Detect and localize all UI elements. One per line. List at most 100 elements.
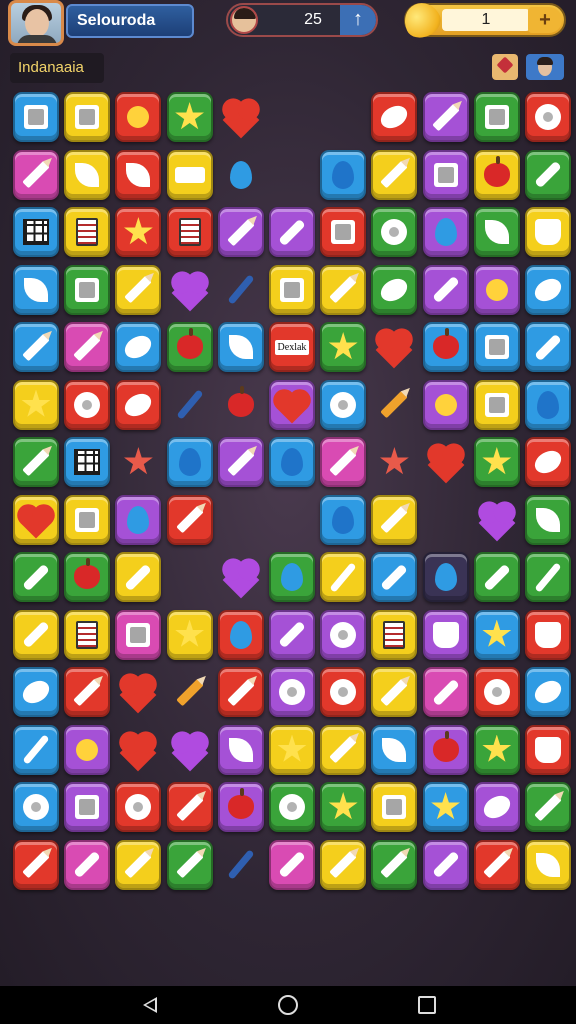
board-tile[interactable] — [474, 495, 520, 545]
board-tile[interactable] — [269, 609, 315, 660]
board-tile[interactable] — [525, 552, 571, 602]
board-tile[interactable] — [167, 265, 213, 315]
board-tile[interactable] — [64, 552, 111, 602]
board-tile[interactable] — [371, 322, 417, 372]
board-tile[interactable] — [473, 149, 520, 200]
board-tile[interactable] — [115, 552, 162, 602]
board-tile[interactable] — [13, 264, 59, 315]
board-tile[interactable] — [166, 92, 213, 142]
board-tile[interactable] — [525, 724, 571, 775]
board-tile[interactable] — [217, 207, 264, 257]
board-tile[interactable] — [422, 92, 469, 142]
board-tile[interactable] — [371, 92, 418, 142]
board-tile[interactable] — [13, 207, 59, 257]
board-tile[interactable] — [525, 609, 571, 660]
board-tile[interactable] — [13, 322, 59, 372]
board-tile[interactable] — [371, 264, 418, 315]
board-tile[interactable] — [371, 667, 418, 717]
board-tile[interactable] — [13, 437, 59, 487]
board-tile[interactable] — [525, 149, 571, 200]
board-tile[interactable] — [423, 437, 469, 487]
board-tile[interactable] — [525, 782, 571, 832]
player-avatar[interactable] — [8, 0, 64, 46]
board-tile[interactable] — [473, 724, 520, 775]
board-tile[interactable] — [64, 207, 111, 257]
board-tile[interactable] — [166, 494, 213, 545]
board-tile[interactable] — [13, 667, 59, 717]
add-coins-button[interactable]: + — [528, 7, 562, 33]
board-tile[interactable] — [320, 207, 367, 257]
board-tile[interactable] — [525, 207, 571, 257]
board-tile[interactable] — [166, 207, 213, 257]
board-tile[interactable] — [473, 552, 520, 602]
board-tile[interactable] — [115, 609, 162, 660]
board-tile[interactable] — [166, 322, 213, 372]
board-tile[interactable] — [115, 264, 162, 315]
board-tile[interactable] — [473, 782, 520, 832]
board-tile[interactable] — [525, 379, 571, 430]
board-tile[interactable] — [320, 437, 367, 487]
recent-apps-icon[interactable] — [418, 996, 436, 1014]
board-tile[interactable] — [13, 92, 59, 142]
board-tile[interactable] — [320, 782, 367, 832]
board-tile[interactable] — [13, 149, 59, 200]
board-tile[interactable] — [64, 437, 111, 487]
board-tile[interactable] — [473, 667, 520, 717]
board-tile[interactable] — [320, 494, 367, 545]
board-tile[interactable] — [371, 494, 418, 545]
board-tile[interactable] — [320, 264, 367, 315]
board-tile[interactable] — [525, 264, 571, 315]
board-tile[interactable] — [218, 380, 264, 430]
board-tile[interactable] — [269, 724, 315, 775]
board-tile[interactable] — [422, 609, 469, 660]
board-tile[interactable] — [371, 552, 418, 602]
board-tile[interactable] — [13, 839, 59, 890]
board-tile[interactable] — [320, 322, 367, 372]
board-tile[interactable] — [473, 437, 520, 487]
board-tile[interactable] — [167, 725, 213, 775]
board-tile[interactable] — [422, 782, 469, 832]
board-tile[interactable] — [166, 149, 213, 200]
home-icon[interactable] — [278, 995, 298, 1015]
board-tile[interactable] — [371, 149, 418, 200]
board-tile[interactable] — [217, 437, 264, 487]
board-tile[interactable] — [371, 380, 417, 430]
board-tile[interactable] — [115, 322, 162, 372]
board-tile[interactable] — [422, 667, 469, 717]
board-tile[interactable] — [422, 322, 469, 372]
board-tile[interactable] — [167, 380, 213, 430]
board-tile[interactable] — [217, 667, 264, 717]
board-tile[interactable] — [371, 724, 418, 775]
board-tile[interactable] — [218, 150, 264, 200]
board-tile[interactable] — [473, 264, 520, 315]
board-tile[interactable] — [473, 322, 520, 372]
board-tile[interactable] — [473, 207, 520, 257]
board-tile[interactable] — [525, 839, 571, 890]
board-tile[interactable] — [269, 839, 315, 890]
board-tile[interactable] — [115, 92, 162, 142]
board-tile[interactable] — [166, 839, 213, 890]
board-tile[interactable] — [218, 552, 264, 602]
board-tile[interactable] — [320, 552, 367, 602]
board-tile[interactable] — [115, 207, 162, 257]
board-tile[interactable] — [166, 782, 213, 832]
board-tile[interactable] — [115, 839, 162, 890]
board-tile[interactable] — [525, 92, 571, 142]
board-tile[interactable] — [64, 92, 111, 142]
board-tile[interactable] — [166, 437, 213, 487]
board-tile[interactable] — [115, 782, 162, 832]
board-tile[interactable] — [269, 264, 315, 315]
board-tile[interactable] — [525, 322, 571, 372]
board-tile[interactable] — [64, 379, 111, 430]
board-tile[interactable] — [64, 724, 111, 775]
board-tile[interactable] — [64, 782, 111, 832]
board-tile[interactable] — [64, 494, 111, 545]
board-tile[interactable] — [64, 322, 111, 372]
back-icon[interactable] — [140, 995, 160, 1015]
board-tile[interactable] — [269, 667, 315, 717]
board-tile[interactable] — [167, 667, 213, 717]
board-tile[interactable] — [473, 379, 520, 430]
board-tile[interactable]: Dexlak — [269, 322, 315, 372]
board-tile[interactable] — [13, 494, 59, 545]
board-tile[interactable] — [269, 782, 315, 832]
